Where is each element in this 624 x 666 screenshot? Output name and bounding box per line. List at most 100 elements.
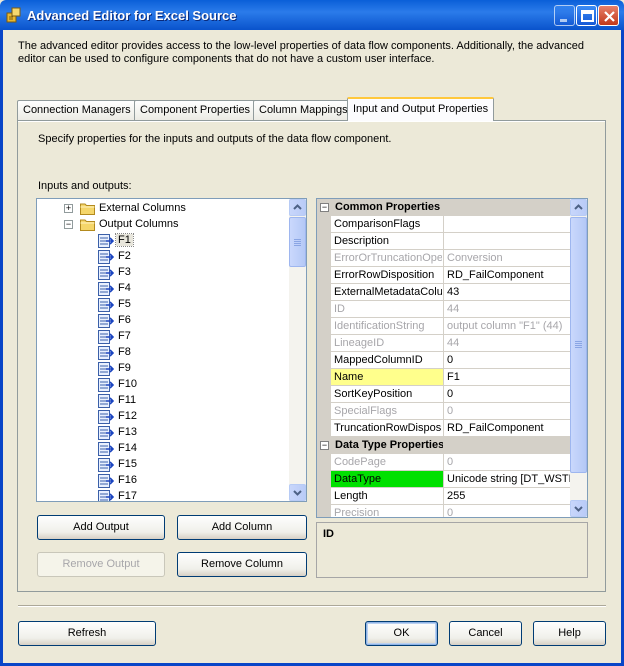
property-row[interactable]: MappedColumnID 0 <box>317 352 571 369</box>
property-row[interactable]: ID 44 <box>317 301 571 318</box>
property-row[interactable]: LineageID 44 <box>317 335 571 352</box>
title-bar[interactable]: Advanced Editor for Excel Source <box>0 0 624 30</box>
property-value: 0 <box>447 456 454 468</box>
inputs-outputs-tree[interactable]: + External Columns − Output Columns F1 F2… <box>36 198 307 502</box>
property-value: 0 <box>447 507 454 518</box>
property-row[interactable]: ExternalMetadataColu 43 <box>317 284 571 301</box>
tree-node-label: F4 <box>118 282 131 294</box>
expand-icon[interactable]: + <box>64 204 73 213</box>
property-row[interactable]: CodePage 0 <box>317 454 571 471</box>
property-value[interactable]: 0 <box>447 354 571 366</box>
tree-node-label: F17 <box>118 490 137 502</box>
property-row[interactable]: TruncationRowDisposi RD_FailComponent <box>317 420 571 437</box>
property-name: SortKeyPosition <box>334 388 413 400</box>
help-button[interactable]: Help <box>533 621 606 646</box>
property-value[interactable]: RD_FailComponent <box>447 269 571 281</box>
ok-button[interactable]: OK <box>365 621 438 646</box>
app-icon <box>6 7 21 23</box>
collapse-icon[interactable]: − <box>320 203 329 212</box>
specify-text: Specify properties for the inputs and ou… <box>38 133 392 145</box>
remove-column-button[interactable]: Remove Column <box>177 552 307 577</box>
property-name: Description <box>334 235 390 247</box>
scroll-up-button[interactable] <box>570 199 587 216</box>
property-row[interactable]: ErrorRowDisposition RD_FailComponent <box>317 267 571 284</box>
output-column-icon <box>98 474 114 488</box>
inputs-outputs-label: Inputs and outputs: <box>38 180 132 192</box>
property-name: MappedColumnID <box>334 354 423 366</box>
property-grid[interactable]: − Common Properties ComparisonFlags Descr… <box>316 198 588 518</box>
add-column-button[interactable]: Add Column <box>177 515 307 540</box>
scroll-thumb[interactable] <box>570 217 587 473</box>
output-column-icon <box>98 442 114 456</box>
tree-node-label: F10 <box>118 378 137 390</box>
property-value[interactable]: RD_FailComponent <box>447 422 571 434</box>
output-column-icon <box>98 410 114 424</box>
collapse-icon[interactable]: − <box>320 441 329 450</box>
chevron-down-icon <box>293 490 302 496</box>
property-value[interactable]: 0 <box>447 388 571 400</box>
property-row[interactable]: SpecialFlags 0 <box>317 403 571 420</box>
tree-node-label: F9 <box>118 362 131 374</box>
category-label: Data Type Properties <box>335 439 443 451</box>
tab-input-output-properties[interactable]: Input and Output Properties <box>347 97 495 121</box>
tree-node-label: Output Columns <box>99 218 179 230</box>
property-value[interactable]: Unicode string [DT_WSTR <box>447 473 571 485</box>
refresh-button[interactable]: Refresh <box>18 621 156 646</box>
output-column-icon <box>98 314 114 328</box>
scroll-thumb[interactable] <box>289 217 306 267</box>
output-column-icon <box>98 426 114 440</box>
chevron-down-icon <box>574 506 583 512</box>
property-name: DataType <box>331 471 443 487</box>
tree-scrollbar[interactable] <box>289 199 306 501</box>
tree-node-label: F16 <box>118 474 137 486</box>
property-row[interactable]: Precision 0 <box>317 505 571 518</box>
tab-component-properties[interactable]: Component Properties <box>134 100 257 120</box>
close-button[interactable] <box>598 5 619 26</box>
property-description-panel: ID <box>316 522 588 578</box>
maximize-icon <box>581 10 594 22</box>
property-value[interactable]: F1 <box>447 371 571 383</box>
property-value[interactable]: 43 <box>447 286 571 298</box>
scroll-down-button[interactable] <box>289 484 306 501</box>
property-name: LineageID <box>334 337 385 349</box>
property-row[interactable]: IdentificationString output column "F1" (… <box>317 318 571 335</box>
minimize-button[interactable] <box>554 5 575 26</box>
category-data-type-properties[interactable]: − Data Type Properties <box>317 437 571 454</box>
property-row[interactable]: Length 255 <box>317 488 571 505</box>
category-common-properties[interactable]: − Common Properties <box>317 199 571 216</box>
output-column-icon <box>98 266 114 280</box>
maximize-button[interactable] <box>576 5 597 26</box>
add-output-button[interactable]: Add Output <box>37 515 165 540</box>
property-grid-scrollbar[interactable] <box>570 199 587 517</box>
property-row[interactable]: DataType Unicode string [DT_WSTR <box>317 471 571 488</box>
tab-column-mappings[interactable]: Column Mappings <box>253 100 354 120</box>
scroll-up-button[interactable] <box>289 199 306 216</box>
output-column-icon <box>98 458 114 472</box>
property-row[interactable]: SortKeyPosition 0 <box>317 386 571 403</box>
output-column-icon <box>98 362 114 376</box>
property-row[interactable]: ComparisonFlags <box>317 216 571 233</box>
tree-node-label: F14 <box>118 442 137 454</box>
property-name: TruncationRowDisposi <box>334 422 442 434</box>
tree-node-label: F2 <box>118 250 131 262</box>
property-name: Length <box>334 490 368 502</box>
property-row[interactable]: Description <box>317 233 571 250</box>
chevron-up-icon <box>293 204 302 210</box>
cancel-button[interactable]: Cancel <box>449 621 522 646</box>
chevron-up-icon <box>574 204 583 210</box>
scroll-down-button[interactable] <box>570 500 587 517</box>
output-column-icon <box>98 346 114 360</box>
property-name: IdentificationString <box>334 320 425 332</box>
property-row[interactable]: ErrorOrTruncationOpe Conversion <box>317 250 571 267</box>
property-value: 44 <box>447 303 460 315</box>
property-row[interactable]: Name F1 <box>317 369 571 386</box>
output-column-icon <box>98 378 114 392</box>
output-column-icon <box>98 490 114 501</box>
tab-connection-managers[interactable]: Connection Managers <box>17 100 137 120</box>
collapse-icon[interactable]: − <box>64 220 73 229</box>
property-name: ErrorOrTruncationOpe <box>334 252 442 264</box>
property-value[interactable]: 255 <box>447 490 571 502</box>
tree-node-label: F1 <box>115 233 134 247</box>
remove-output-button[interactable]: Remove Output <box>37 552 165 577</box>
property-name: CodePage <box>334 456 386 468</box>
